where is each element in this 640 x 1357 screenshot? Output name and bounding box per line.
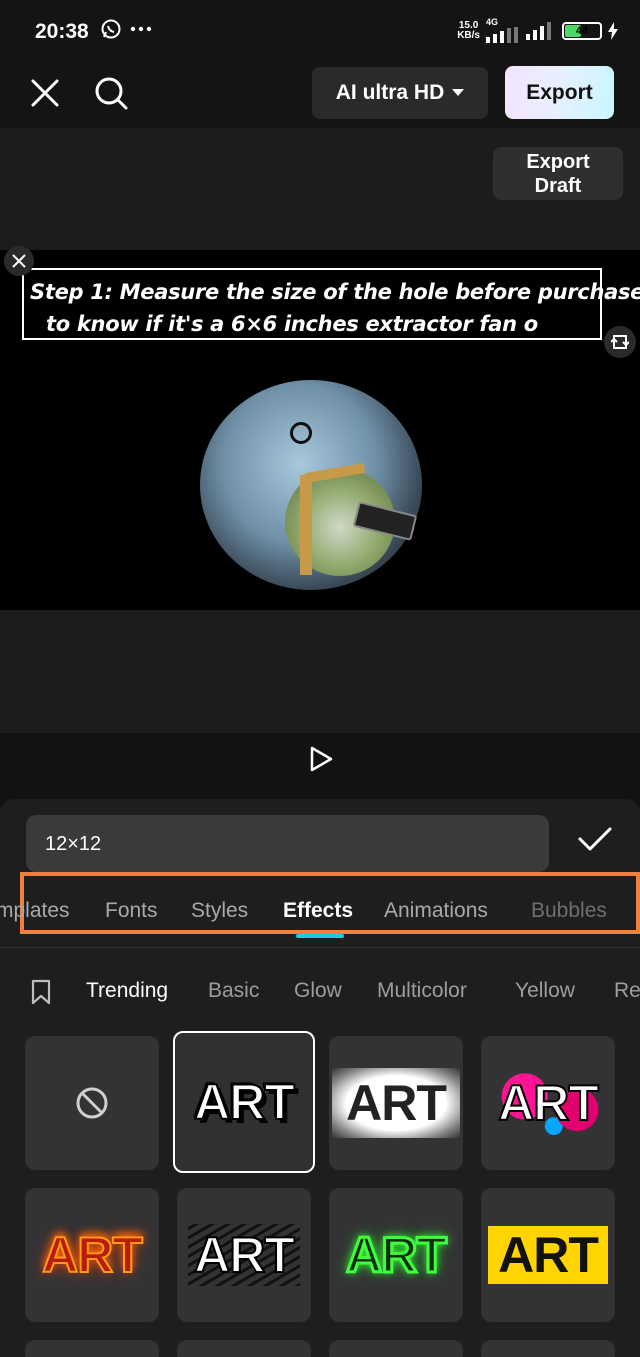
play-button[interactable] [308, 746, 334, 772]
caption-rotate-handle[interactable] [604, 326, 636, 358]
signal-icon-2 [526, 21, 551, 40]
category-glow[interactable]: Glow [294, 979, 342, 1003]
effect-scratch-preview: ART [188, 1224, 300, 1286]
network-speed-unit: KB/s [457, 29, 480, 41]
effect-outline[interactable]: ART [173, 1031, 315, 1173]
status-bar: 20:38 15.0 KB/s 4G 44 [0, 0, 640, 62]
effect-tile-partial[interactable] [329, 1340, 463, 1357]
effect-none[interactable] [25, 1036, 159, 1170]
video-image-cable [290, 422, 312, 444]
quality-selector[interactable]: AI ultra HD [312, 67, 488, 119]
status-right-indicators: 15.0 KB/s 4G 44 [457, 18, 618, 43]
export-draft-button[interactable]: Export Draft [493, 147, 623, 200]
network-speed: 15.0 KB/s [457, 19, 480, 41]
category-multicolor[interactable]: Multicolor [377, 979, 467, 1003]
charging-bolt-icon [608, 21, 618, 40]
network-speed-value: 15.0 [458, 19, 479, 31]
quality-label: AI ultra HD [335, 81, 445, 104]
caption-delete-button[interactable] [4, 246, 34, 276]
effect-outline-preview: ART [193, 1073, 296, 1131]
caret-down-icon [452, 89, 465, 96]
search-icon [95, 77, 128, 110]
category-trending[interactable]: Trending [86, 979, 168, 1003]
tab-animations[interactable]: Animations [384, 899, 488, 923]
effect-tile-partial[interactable] [481, 1340, 615, 1357]
none-icon [76, 1087, 108, 1119]
effect-cloud[interactable]: ART [329, 1036, 463, 1170]
caption-text-box[interactable]: Step 1: Measure the size of the hole bef… [22, 268, 640, 340]
caption-line-1: Step 1: Measure the size of the hole bef… [30, 280, 640, 304]
top-toolbar: AI ultra HD Export [0, 62, 640, 128]
tab-effects[interactable]: Effects [283, 899, 353, 923]
export-draft-line2: Draft [534, 174, 582, 197]
confirm-button[interactable] [575, 819, 615, 859]
effect-splash-preview: ART [490, 1070, 606, 1136]
effect-categories: Trending Basic Glow Multicolor Yellow Re [0, 969, 640, 1013]
signal-icon [486, 27, 518, 43]
tabs-divider [0, 947, 640, 948]
whatsapp-icon [101, 19, 121, 39]
close-icon [31, 79, 59, 107]
tab-styles[interactable]: Styles [191, 899, 248, 923]
tab-fonts[interactable]: Fonts [105, 899, 158, 923]
search-button[interactable] [92, 74, 130, 112]
effect-splash[interactable]: ART [481, 1036, 615, 1170]
rotate-icon [611, 335, 629, 349]
export-draft-line1: Export [526, 150, 590, 173]
text-editor-sheet: 12×12 mplates Fonts Styles Effects Anima… [0, 799, 640, 1357]
battery-icon: 44 [562, 21, 602, 40]
play-icon [310, 746, 333, 772]
category-yellow[interactable]: Yellow [515, 979, 575, 1003]
effect-scratch[interactable]: ART [177, 1188, 311, 1322]
effect-neon-preview: ART [345, 1226, 449, 1285]
close-icon [12, 254, 26, 268]
effect-neon-green[interactable]: ART [329, 1188, 463, 1322]
editor-tabs: mplates Fonts Styles Effects Animations … [0, 887, 640, 943]
effect-cloud-preview: ART [332, 1068, 460, 1138]
active-tab-indicator [296, 934, 344, 938]
caption-line-2: to know if it's a 6×6 inches extractor f… [46, 312, 538, 336]
network-type: 4G [486, 17, 499, 27]
playback-row [0, 733, 640, 799]
status-time: 20:38 [35, 20, 89, 43]
more-dots-icon [130, 26, 152, 32]
effect-fire-preview: ART [41, 1226, 144, 1284]
bookmark-icon[interactable] [30, 979, 52, 1005]
check-icon [578, 827, 612, 851]
effect-tile-partial[interactable] [25, 1340, 159, 1357]
preview-area: Export Draft Step 1: Measure the size of… [0, 128, 640, 733]
effect-grid: ART ART ART ART ART ART ART [0, 1031, 640, 1357]
category-more[interactable]: Re [614, 979, 640, 1003]
close-button[interactable] [28, 76, 62, 110]
battery-level: 44 [575, 24, 589, 37]
effect-yellow-preview: ART [488, 1226, 608, 1284]
effect-tile-partial[interactable] [177, 1340, 311, 1357]
status-notification-icons [100, 18, 152, 40]
effect-fire[interactable]: ART [25, 1188, 159, 1322]
caption-input[interactable]: 12×12 [26, 815, 549, 872]
category-basic[interactable]: Basic [208, 979, 259, 1003]
caption-text: Step 1: Measure the size of the hole bef… [30, 276, 640, 340]
tab-templates[interactable]: mplates [0, 899, 70, 923]
export-button[interactable]: Export [505, 66, 614, 119]
tab-bubbles[interactable]: Bubbles [531, 899, 607, 923]
effect-yellow-block[interactable]: ART [481, 1188, 615, 1322]
